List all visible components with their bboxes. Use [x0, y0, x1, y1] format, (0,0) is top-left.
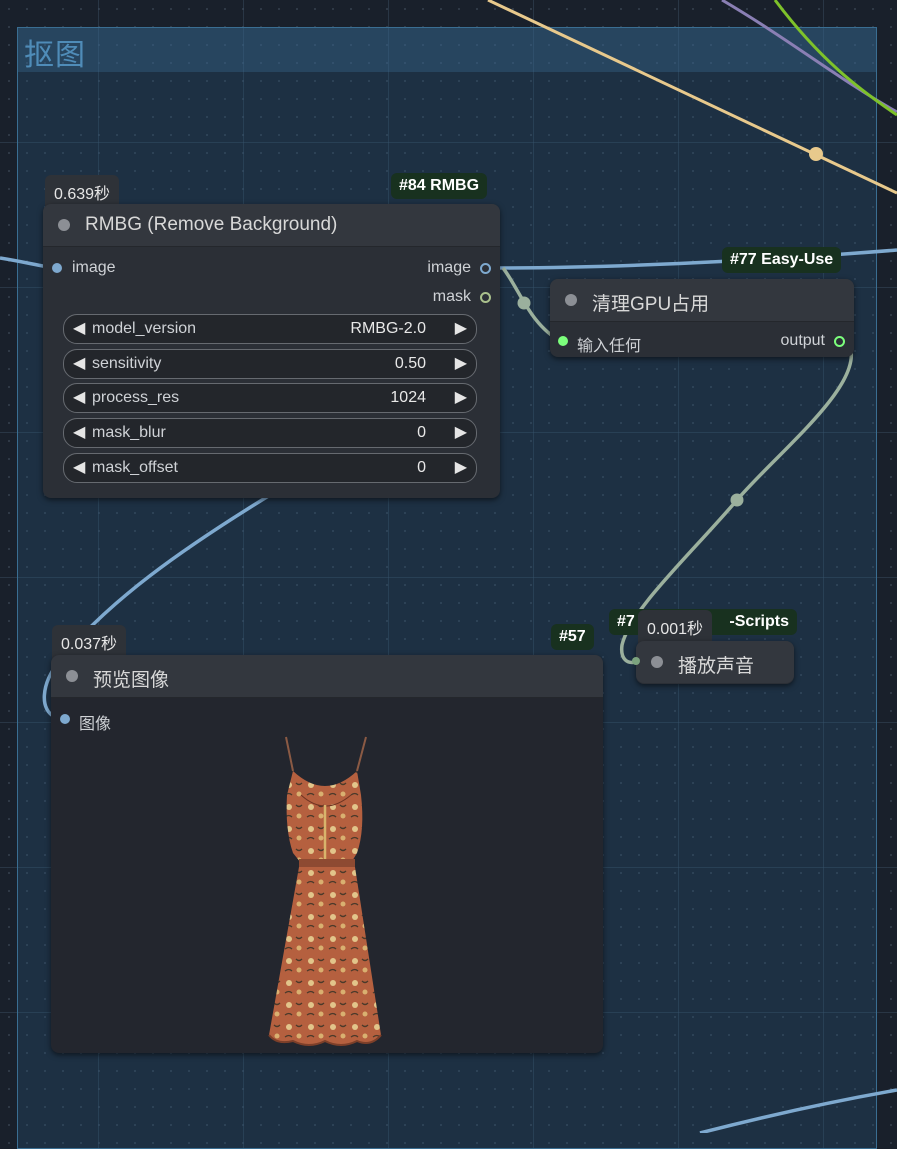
- collapse-toggle[interactable]: [565, 294, 577, 306]
- output-label: output: [780, 332, 825, 349]
- decrement-arrow-icon[interactable]: ◀: [73, 318, 85, 338]
- input-label-image: image: [72, 259, 116, 276]
- input-slot-any[interactable]: [558, 336, 568, 346]
- preview-image-node[interactable]: 预览图像 图像: [51, 655, 603, 1053]
- widget-label: mask_offset: [92, 459, 178, 476]
- widget-sensitivity[interactable]: ◀ sensitivity 0.50 ▶: [63, 349, 477, 379]
- badge-text-right: -Scripts: [729, 613, 789, 630]
- group-header[interactable]: 抠图: [18, 28, 876, 73]
- input-slot-collapsed[interactable]: [632, 657, 640, 665]
- badge-text-left: #7: [617, 613, 635, 630]
- collapse-toggle[interactable]: [651, 656, 663, 668]
- widget-label: sensitivity: [92, 355, 162, 372]
- node-title-bar[interactable]: 预览图像: [51, 655, 603, 698]
- preview-image-dress: [268, 736, 382, 1046]
- collapse-toggle[interactable]: [66, 670, 78, 682]
- output-label-mask: mask: [432, 288, 471, 305]
- decrement-arrow-icon[interactable]: ◀: [73, 387, 85, 407]
- increment-arrow-icon[interactable]: ▶: [455, 387, 467, 407]
- node-title-bar[interactable]: 清理GPU占用: [550, 279, 854, 322]
- play-sound-node[interactable]: 播放声音: [636, 641, 794, 684]
- node-title: RMBG (Remove Background): [85, 214, 338, 235]
- rmbg-node[interactable]: RMBG (Remove Background) image image mas…: [43, 204, 500, 498]
- widget-process-res[interactable]: ◀ process_res 1024 ▶: [63, 383, 477, 413]
- increment-arrow-icon[interactable]: ▶: [455, 422, 467, 442]
- node-badge: #57: [551, 624, 594, 650]
- input-slot-image[interactable]: [52, 263, 62, 273]
- widget-label: process_res: [92, 389, 180, 406]
- node-badge: #84 RMBG: [391, 173, 488, 199]
- increment-arrow-icon[interactable]: ▶: [455, 353, 467, 373]
- node-badge: #77 Easy-Use: [722, 247, 842, 273]
- input-label-any: 输入任何: [577, 338, 642, 355]
- increment-arrow-icon[interactable]: ▶: [455, 457, 467, 477]
- widget-mask-offset[interactable]: ◀ mask_offset 0 ▶: [63, 453, 477, 483]
- output-slot[interactable]: [834, 336, 845, 347]
- widget-value: 0.50: [394, 355, 426, 372]
- decrement-arrow-icon[interactable]: ◀: [73, 353, 85, 373]
- decrement-arrow-icon[interactable]: ◀: [73, 457, 85, 477]
- node-title: 播放声音: [678, 656, 755, 677]
- output-label-image: image: [427, 259, 471, 276]
- node-title: 清理GPU占用: [592, 294, 710, 315]
- execution-time: 0.037秒: [52, 625, 127, 659]
- node-title: 预览图像: [93, 670, 170, 691]
- widget-value: 1024: [390, 389, 426, 406]
- output-slot-image[interactable]: [480, 263, 491, 274]
- input-label-image: 图像: [79, 716, 112, 733]
- execution-time: 0.001秒: [638, 610, 713, 644]
- widget-label: mask_blur: [92, 424, 166, 441]
- widget-label: model_version: [92, 320, 197, 337]
- widget-value: RMBG-2.0: [350, 320, 426, 337]
- node-title-bar[interactable]: 播放声音: [636, 641, 794, 683]
- decrement-arrow-icon[interactable]: ◀: [73, 422, 85, 442]
- widget-value: 0: [417, 459, 426, 476]
- clear-gpu-node[interactable]: 清理GPU占用 输入任何 output: [550, 279, 854, 357]
- increment-arrow-icon[interactable]: ▶: [455, 318, 467, 338]
- widget-value: 0: [417, 424, 426, 441]
- node-title-bar[interactable]: RMBG (Remove Background): [43, 204, 500, 247]
- input-slot-image[interactable]: [60, 714, 70, 724]
- widget-mask-blur[interactable]: ◀ mask_blur 0 ▶: [63, 418, 477, 448]
- output-slot-mask[interactable]: [480, 292, 491, 303]
- group-title: 抠图: [24, 38, 86, 73]
- collapse-toggle[interactable]: [58, 219, 70, 231]
- widget-model-version[interactable]: ◀ model_version RMBG-2.0 ▶: [63, 314, 477, 344]
